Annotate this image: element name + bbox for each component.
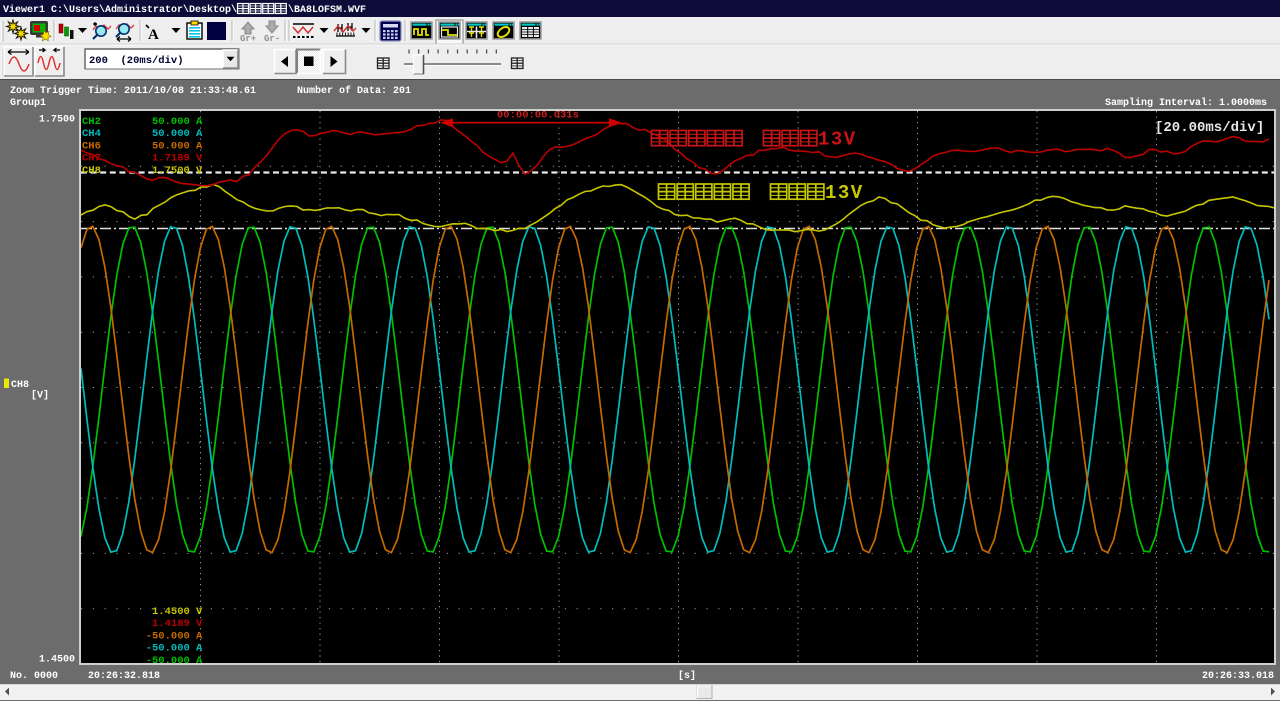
svg-text:Zoom Trigger Time: 2011/10/08: Zoom Trigger Time: 2011/10/08 21:33:48.6…: [10, 85, 256, 97]
svg-text:1.7500: 1.7500: [39, 115, 75, 126]
svg-text:[s]: [s]: [678, 670, 696, 682]
svg-text:20:26:32.818: 20:26:32.818: [88, 671, 160, 682]
svg-text:[V]: [V]: [31, 390, 49, 402]
svg-text:1.4500: 1.4500: [39, 655, 75, 666]
svg-text:Viewer1 C:\Users\Administrator: Viewer1 C:\Users\Administrator\Desktop\: [3, 4, 237, 16]
svg-text:A: A: [148, 27, 159, 43]
svg-text:No. 0000: No. 0000: [10, 671, 58, 682]
svg-text:Group1: Group1: [10, 98, 46, 109]
svg-text:Sampling Interval: 1.0000ms: Sampling Interval: 1.0000ms: [1105, 97, 1267, 109]
svg-text:200 (20ms/div): 200 (20ms/div): [89, 55, 184, 67]
svg-text:\BA8LOFSM.WVF: \BA8LOFSM.WVF: [288, 4, 366, 16]
svg-text:CH8: CH8: [11, 380, 29, 391]
svg-text:Number of Data: 201: Number of Data: 201: [297, 85, 411, 97]
svg-text:Gr+: Gr+: [240, 34, 256, 44]
svg-text:Gr-: Gr-: [264, 34, 280, 44]
svg-text:20:26:33.018: 20:26:33.018: [1202, 671, 1274, 682]
